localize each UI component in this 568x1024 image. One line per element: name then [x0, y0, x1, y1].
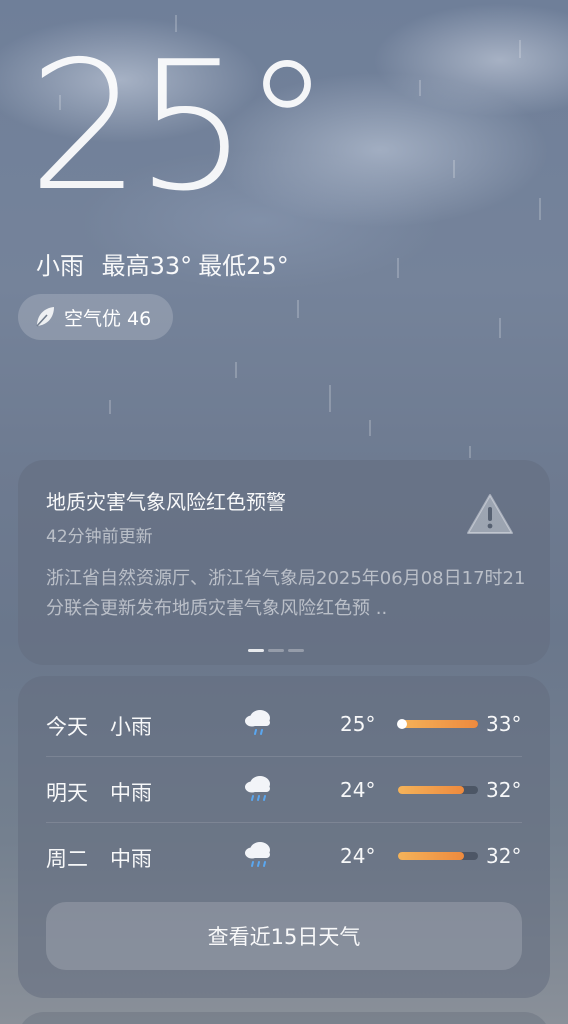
- forecast-low: 24°: [340, 844, 376, 868]
- forecast-high: 32°: [486, 778, 522, 802]
- forecast-day: 明天: [46, 781, 88, 805]
- light-rain-cloud-icon: [245, 710, 270, 735]
- forecast-high: 33°: [486, 712, 522, 736]
- pager-dot: [248, 649, 264, 652]
- next-card-partial: [18, 1012, 550, 1024]
- current-condition: 小雨: [36, 252, 84, 280]
- forecast-day: 周二: [46, 847, 88, 871]
- forecast-low: 25°: [340, 712, 376, 736]
- temperature-range-fill: [398, 852, 464, 860]
- high-temperature: 最高33°: [101, 252, 193, 280]
- forecast-row-tuesday[interactable]: 周二 中雨 24° 32°: [46, 822, 522, 888]
- view-15-day-forecast-button[interactable]: 查看近15日天气: [46, 902, 522, 970]
- forecast-condition: 小雨: [110, 715, 152, 739]
- alert-pager: [248, 649, 304, 652]
- forecast-row-today[interactable]: 今天 小雨 25° 33°: [46, 690, 522, 756]
- alert-title: 地质灾害气象风险红色预警: [46, 490, 286, 514]
- daily-forecast-card: 今天 小雨 25° 33° 明天 中雨 24° 32° 周二 中雨 24° 32…: [18, 676, 550, 998]
- current-temperature: 25°: [28, 23, 331, 230]
- forecast-condition: 中雨: [110, 847, 152, 871]
- temperature-range-bar: [397, 719, 478, 729]
- warning-triangle-icon: [467, 494, 513, 534]
- aqi-badge[interactable]: 空气优 46: [18, 294, 174, 340]
- alert-updated-time: 42分钟前更新: [46, 527, 153, 547]
- temperature-range-bar: [398, 786, 478, 794]
- forecast-high: 32°: [486, 844, 522, 868]
- aqi-label: 空气优 46: [64, 307, 152, 330]
- alert-body-text: 浙江省自然资源厅、浙江省气象局2025年06月08日17时21分联合更新发布地质…: [46, 568, 526, 619]
- temperature-range-fill: [398, 786, 464, 794]
- forecast-day: 今天: [46, 715, 88, 739]
- forecast-row-tomorrow[interactable]: 明天 中雨 24° 32°: [46, 756, 522, 822]
- pager-dot: [288, 649, 304, 652]
- leaf-icon: [36, 307, 54, 327]
- condition-summary: 小雨 最高33° 最低25°: [36, 246, 299, 281]
- moderate-rain-cloud-icon: [245, 842, 270, 867]
- low-temperature: 最低25°: [198, 252, 289, 280]
- pager-dot: [268, 649, 284, 652]
- forecast-condition: 中雨: [110, 781, 152, 805]
- forecast-low: 24°: [340, 778, 376, 802]
- weather-alert-card[interactable]: 地质灾害气象风险红色预警 42分钟前更新 浙江省自然资源厅、浙江省气象局2025…: [18, 460, 550, 665]
- current-temp-marker: [397, 719, 407, 729]
- temperature-range-fill: [398, 720, 478, 728]
- moderate-rain-cloud-icon: [245, 776, 270, 801]
- temperature-range-bar: [398, 852, 478, 860]
